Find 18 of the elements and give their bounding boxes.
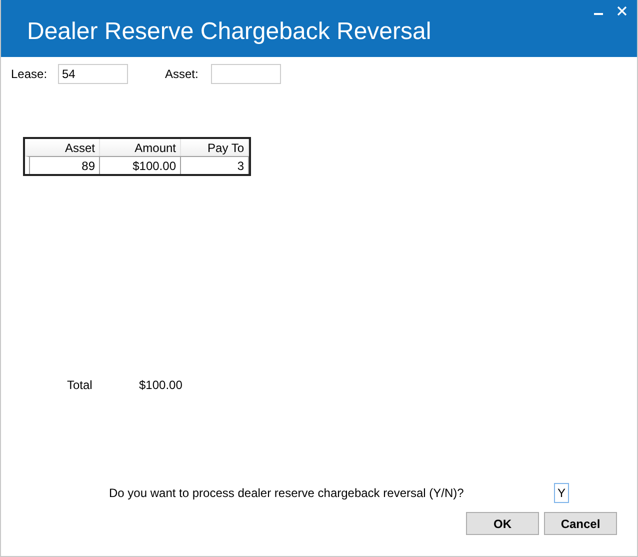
input-field[interactable] bbox=[211, 64, 281, 84]
field-label: Lease: bbox=[11, 67, 48, 81]
table-cell: $100.00 bbox=[100, 156, 181, 174]
dialog-button[interactable]: Cancel bbox=[544, 512, 617, 535]
table-cell: 89 bbox=[25, 156, 100, 174]
column-header[interactable]: Amount bbox=[100, 139, 181, 156]
close-icon[interactable] bbox=[617, 6, 627, 16]
total-label: Total bbox=[67, 378, 94, 392]
table-cell: 3 bbox=[181, 156, 249, 174]
input-field[interactable]: 54 bbox=[58, 64, 128, 84]
field-label: Asset: bbox=[165, 67, 200, 81]
window-title: Dealer Reserve Chargeback Reversal bbox=[27, 18, 432, 46]
answer-field[interactable]: Y bbox=[554, 483, 569, 503]
dialog-button[interactable]: OK bbox=[466, 512, 539, 535]
column-header[interactable]: Asset bbox=[25, 139, 100, 156]
total-value: $100.00 bbox=[139, 378, 182, 392]
question-text: Do you want to process dealer reserve chargeback reversal (Y/N)? bbox=[109, 486, 465, 500]
column-header[interactable]: Pay To bbox=[181, 139, 249, 156]
